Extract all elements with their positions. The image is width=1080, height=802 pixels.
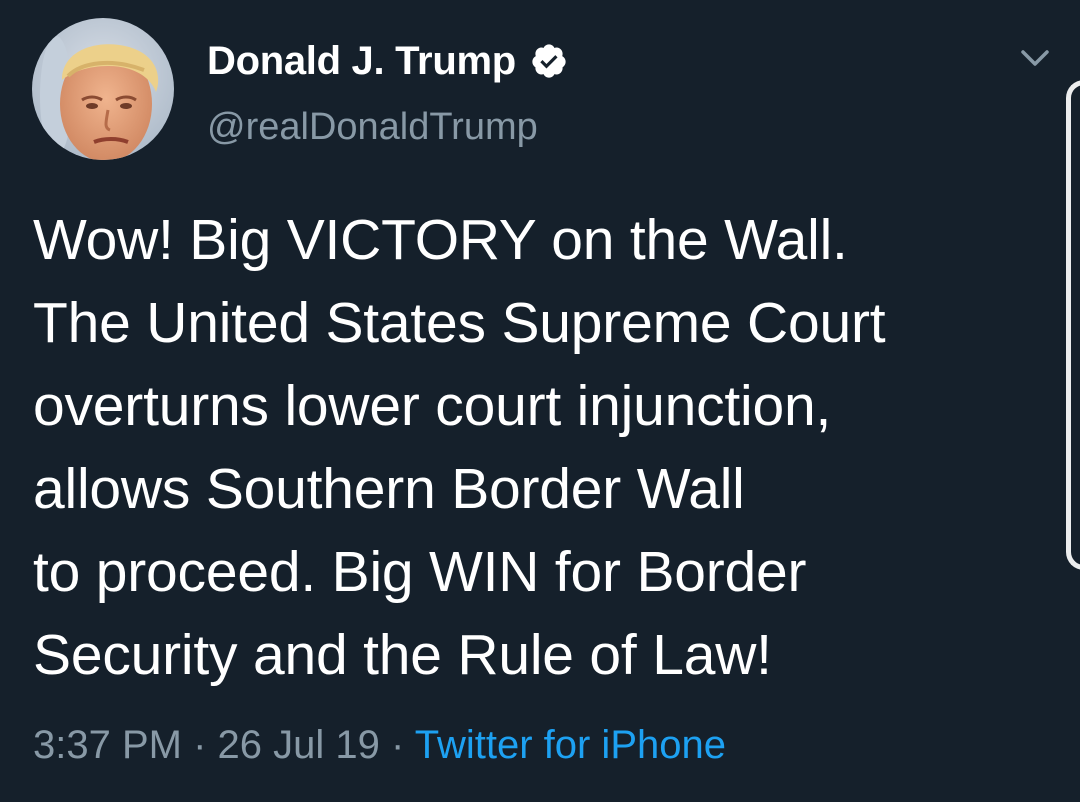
tweet-text-line: allows Southern Border Wall [33,457,745,521]
profile-photo-icon [32,18,174,160]
author-handle[interactable]: @realDonaldTrump [207,104,538,150]
meta-separator: · [391,723,405,767]
tweet-text: Wow! Big VICTORY on the Wall. The United… [33,199,1033,697]
scroll-indicator [1066,80,1080,570]
tweet-time: 3:37 PM [33,723,182,767]
tweet-card: Donald J. Trump @realDonaldTrump Wow! Bi… [0,0,1080,802]
tweet-text-line: The United States Supreme Court [33,291,886,355]
tweet-text-line: Wow! Big VICTORY on the Wall. [33,208,848,272]
tweet-text-line: to proceed. Big WIN for Border [33,540,807,604]
tweet-date: 26 Jul 19 [217,723,380,767]
tweet-meta: 3:37 PM · 26 Jul 19 · Twitter for iPhone [33,718,726,772]
tweet-source-link[interactable]: Twitter for iPhone [415,723,726,767]
avatar[interactable] [32,18,174,160]
author-row: Donald J. Trump [207,36,568,86]
display-name[interactable]: Donald J. Trump [207,36,516,86]
meta-separator: · [193,723,207,767]
tweet-text-line: Security and the Rule of Law! [33,623,772,687]
chevron-down-icon[interactable] [1017,44,1053,74]
tweet-text-line: overturns lower court injunction, [33,374,832,438]
verified-badge-icon [532,44,566,78]
